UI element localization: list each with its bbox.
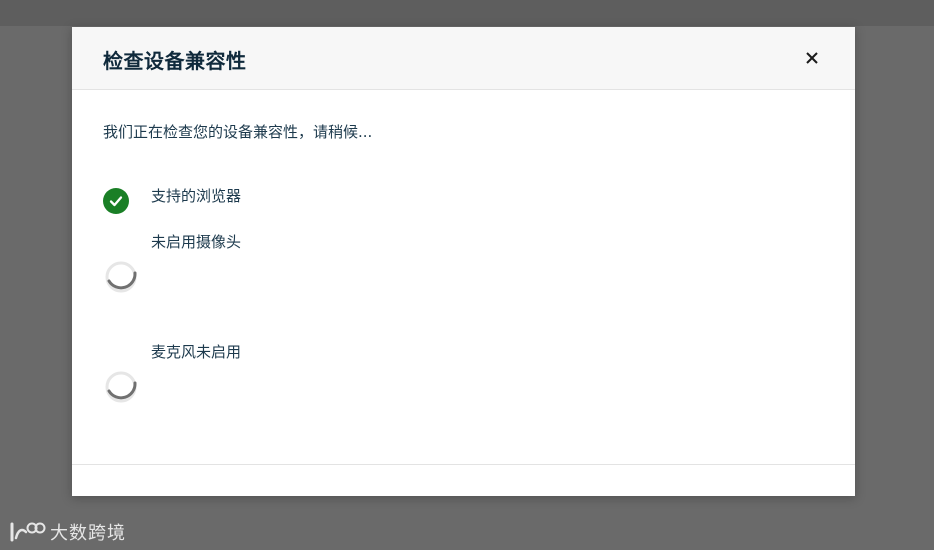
dialog-footer-divider (72, 464, 855, 465)
watermark-text: 大数跨境 (50, 523, 126, 544)
close-icon (806, 52, 818, 64)
backdrop-top-strip (0, 0, 934, 26)
dialog-title: 检查设备兼容性 (103, 49, 247, 73)
close-button[interactable] (801, 47, 823, 69)
check-label: 未启用摄像头 (151, 233, 242, 251)
watermark: 大数跨境 (8, 518, 126, 546)
check-label: 支持的浏览器 (151, 187, 242, 205)
spinner-icon (103, 259, 137, 293)
intro-text: 我们正在检查您的设备兼容性，请稍候... (103, 123, 373, 141)
dialog-header: 检查设备兼容性 (72, 27, 855, 90)
check-label: 麦克风未启用 (151, 343, 242, 361)
watermark-logo-icon (10, 522, 46, 542)
status-icon (103, 188, 129, 214)
compatibility-dialog: 检查设备兼容性 我们正在检查您的设备兼容性，请稍候... 支持的浏览器 未启用摄… (72, 27, 855, 496)
spinner-icon (103, 369, 137, 403)
dialog-body: 我们正在检查您的设备兼容性，请稍候... 支持的浏览器 未启用摄像头 麦克风未启… (103, 89, 823, 464)
check-circle-icon (103, 188, 129, 214)
